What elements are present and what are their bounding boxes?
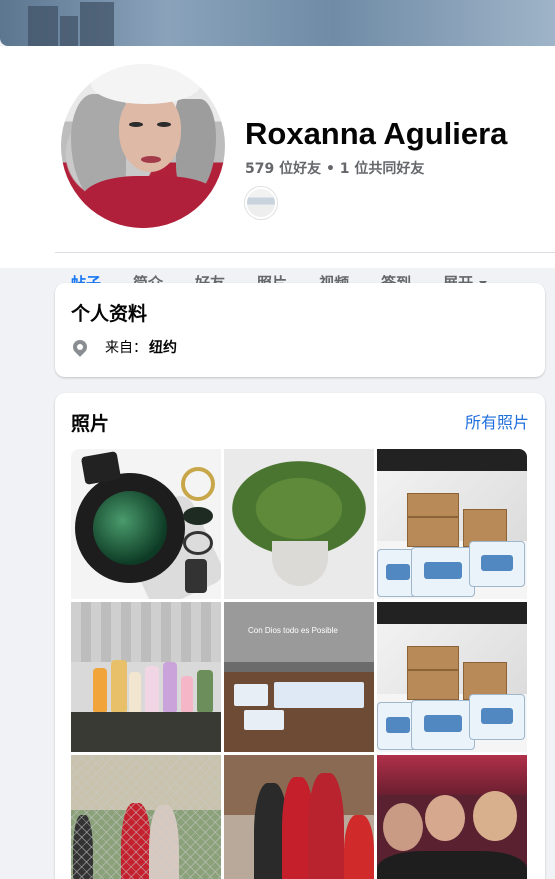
photos-title: 照片 [71, 413, 110, 435]
profile-name: Roxanna Aguliera [245, 116, 508, 151]
photo-thumbnail[interactable] [71, 602, 221, 752]
profile-header: Roxanna Aguliera 579 位好友 • 1 位共同好友 帖子 简介… [0, 46, 555, 313]
photo-caption-text: Con Dios todo es Posible [248, 626, 338, 635]
all-photos-link[interactable]: 所有照片 [465, 409, 529, 433]
location-row: 来自： 纽约 [70, 337, 177, 357]
location-prefix: 来自： [105, 340, 147, 356]
photo-thumbnail[interactable] [377, 755, 527, 879]
mutual-friend-avatar[interactable] [245, 187, 277, 219]
photo-thumbnail[interactable] [377, 449, 527, 599]
photo-thumbnail[interactable]: Con Dios todo es Posible [224, 602, 374, 752]
photo-thumbnail[interactable] [224, 449, 374, 599]
photo-thumbnail[interactable] [71, 755, 221, 879]
location-city-link[interactable]: 纽约 [149, 340, 177, 356]
photo-thumbnail[interactable] [224, 755, 374, 879]
intro-title: 个人资料 [71, 303, 148, 325]
photos-card: 照片 所有照片 Con Dios todo es Posible [55, 393, 545, 879]
profile-picture[interactable] [57, 60, 229, 232]
friends-count[interactable]: 579 位好友 • 1 位共同好友 [245, 158, 424, 178]
photo-thumbnail[interactable] [377, 602, 527, 752]
photo-grid: Con Dios todo es Posible [71, 449, 527, 879]
photo-thumbnail[interactable] [71, 449, 221, 599]
cover-photo[interactable] [0, 0, 555, 46]
intro-card: 个人资料 来自： 纽约 [55, 283, 545, 377]
map-pin-icon [70, 337, 90, 357]
